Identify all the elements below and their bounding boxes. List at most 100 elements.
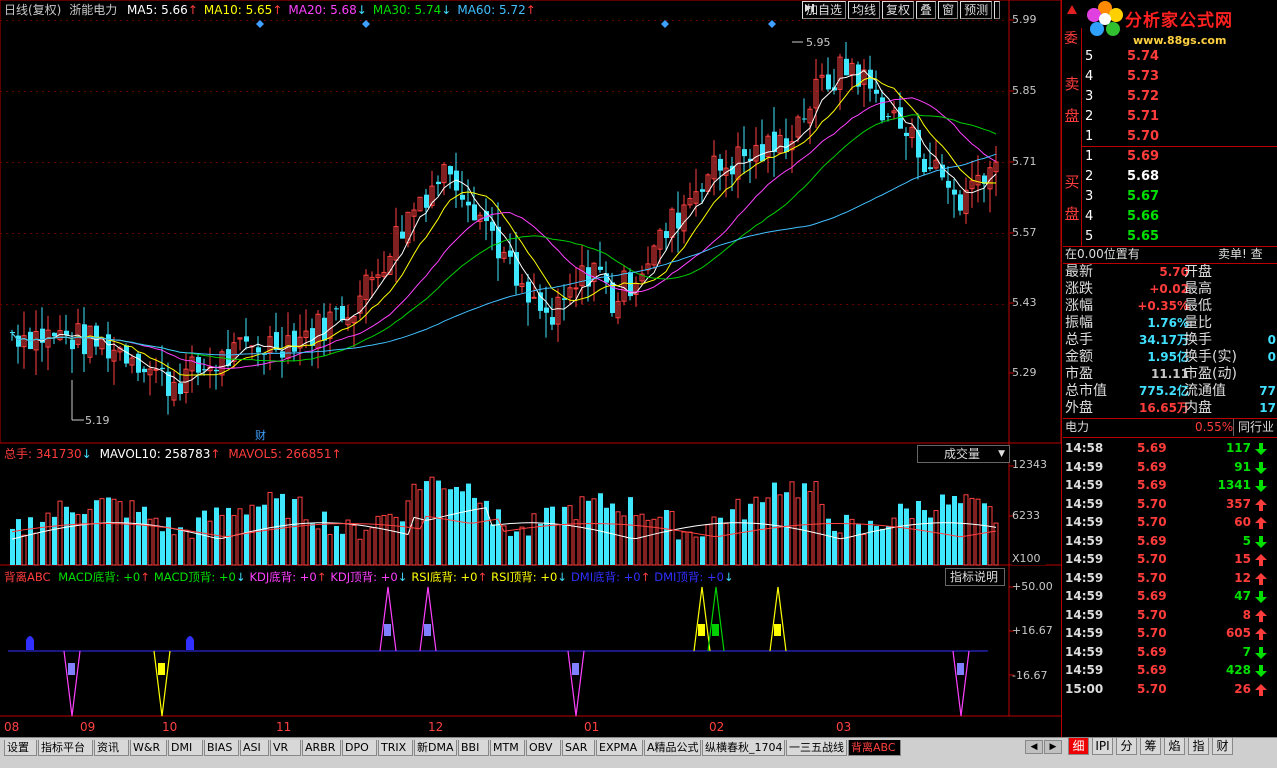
sell-level-row[interactable]: 3 5.72 [1085,88,1275,106]
indicator-legend-arrow: ↓ [557,570,567,584]
volume-bar [700,536,705,565]
window-button[interactable]: 窗 [938,1,959,19]
volume-bar [891,517,897,566]
sidebar-tab[interactable]: 焰 [1164,737,1185,755]
indicator-tab[interactable]: A精品公式 [644,740,701,756]
tick-price: 5.70 [1137,570,1167,585]
volume-bar [160,531,165,565]
buy-level-row[interactable]: 4 5.66 [1085,208,1275,226]
volume-bar [477,502,483,566]
volume-bar [202,510,207,565]
quote-row: 总手 34.17万 换手 [1063,332,1277,349]
forecast-button[interactable]: 预测 [960,1,993,19]
chevron-down-icon: ▼ [998,449,1005,459]
indicator-tab[interactable]: 背离ABC [848,740,901,756]
sidebar-tab[interactable]: IPI [1092,737,1113,755]
scroll-right-icon[interactable]: ▶ [1044,740,1062,754]
sell-level-price: 5.72 [1127,89,1160,104]
indicator-tab[interactable]: VR [270,740,301,756]
ma-button[interactable]: 均线 [848,1,881,19]
candle-body [70,339,75,350]
sidebar-tab[interactable]: 筹 [1140,737,1161,755]
volume-bar [730,509,735,565]
buy-level-row[interactable]: 5 5.65 [1085,228,1275,246]
candle-body [802,118,807,120]
indicator-tab[interactable]: OBV [526,740,561,756]
indicator-tab[interactable]: MTM [490,740,525,756]
indicator-tab[interactable]: BIAS [204,740,239,756]
indicator-tab[interactable]: SAR [562,740,595,756]
sell-order-query[interactable]: 卖单! 查 [1218,246,1263,263]
sell-level-row[interactable]: 1 5.70 [1085,128,1275,146]
same-industry-button[interactable]: 同行业 [1233,419,1274,436]
volume-bar [196,517,201,565]
quote-right-value: 77 [1259,384,1276,398]
volume-bar [562,506,567,565]
tick-volume: 7 [1242,644,1251,659]
volume-bar [82,514,87,565]
volume-bar [70,512,75,565]
sidebar-tab[interactable]: 财 [1212,737,1233,755]
volume-bar [214,507,219,565]
indicator-tab[interactable]: BBI [458,740,489,756]
indicator-tab[interactable]: 资讯 [94,740,129,756]
indicator-explain-button[interactable]: 指标说明 [945,568,1005,586]
sell-level-row[interactable]: 4 5.73 [1085,68,1275,86]
chart-canvas[interactable] [0,0,1062,737]
indicator-tab[interactable]: ASI [240,740,269,756]
candle-body [700,189,705,192]
volume-unit: X100 [1012,552,1046,565]
volume-bar [274,498,279,565]
indicator-tab[interactable]: W&R [130,740,167,756]
chart-area[interactable]: 日线(复权) 浙能电力 MA5: 5.66↑ MA10: 5.65↑ MA20: 5… [0,0,1062,737]
volume-bar [429,476,435,566]
orderbook-divider [1081,28,1082,246]
buy-level-row[interactable]: 2 5.68 [1085,168,1275,186]
volume-indicator-dropdown[interactable]: 成交量 ▼ [917,445,1010,463]
indicator-tab[interactable]: DPO [342,740,377,756]
buy-label-char: 买 [1064,173,1080,191]
volume-bar [466,483,471,565]
indicator-tab[interactable]: DMI [168,740,203,756]
candle-body [573,287,579,290]
finance-event-mark[interactable]: 财 [255,428,266,444]
candle-body [160,367,165,369]
volume-bar [171,534,177,566]
ma-legend-arrow: ↑ [187,3,198,17]
tick-row: 14:58 5.69 117 [1063,439,1277,457]
quote-label: 总手 [1065,332,1093,348]
indicator-tab[interactable]: 一三五战线 [786,740,847,756]
indicator-legend-arrow: ↓ [723,570,734,584]
industry-change: 0.55% [1195,420,1234,434]
quote-right-label: 市盈(动) [1184,366,1237,382]
indicator-tab[interactable]: EXPMA [596,740,643,756]
volume-bar [207,520,213,566]
indicator-tab[interactable]: 设置 [4,740,37,756]
indicator-tab[interactable]: ARBR [302,740,341,756]
candle-body [106,334,111,359]
tick-volume: 1341 [1217,478,1251,492]
sidebar-tab[interactable]: 指 [1188,737,1209,755]
sidebar-tab[interactable]: 分 [1116,737,1137,755]
indicator-tab[interactable]: 指标平台 [38,740,93,756]
tick-time: 14:59 [1065,607,1104,622]
overlay-button[interactable]: 叠 [916,1,937,19]
sell-level-row[interactable]: 2 5.71 [1085,108,1275,126]
sidebar-tab[interactable]: 细 [1068,737,1089,755]
tick-row: 14:59 5.69 1341 [1063,476,1277,494]
indicator-tab[interactable]: 新DMA [414,740,457,756]
scroll-left-icon[interactable]: ◀ [1025,740,1043,754]
buy-level-row[interactable]: 1 5.69 [1085,148,1275,166]
volume-bar [256,506,261,565]
indicator-tab[interactable]: TRIX [378,740,413,756]
volume-bar [868,520,873,565]
collapse-panel-icon[interactable] [805,1,1001,19]
buy-level-row[interactable]: 3 5.67 [1085,188,1275,206]
sell-level-number: 3 [1085,89,1094,104]
indicator-tab[interactable]: 纵横春秋_1704 [702,740,785,756]
month-label: 01 [584,720,600,734]
volume-bar [189,537,195,566]
sell-level-row[interactable]: 5 5.74 [1085,48,1275,66]
tick-price: 5.69 [1137,441,1167,455]
adjust-button[interactable]: 复权 [882,1,915,19]
